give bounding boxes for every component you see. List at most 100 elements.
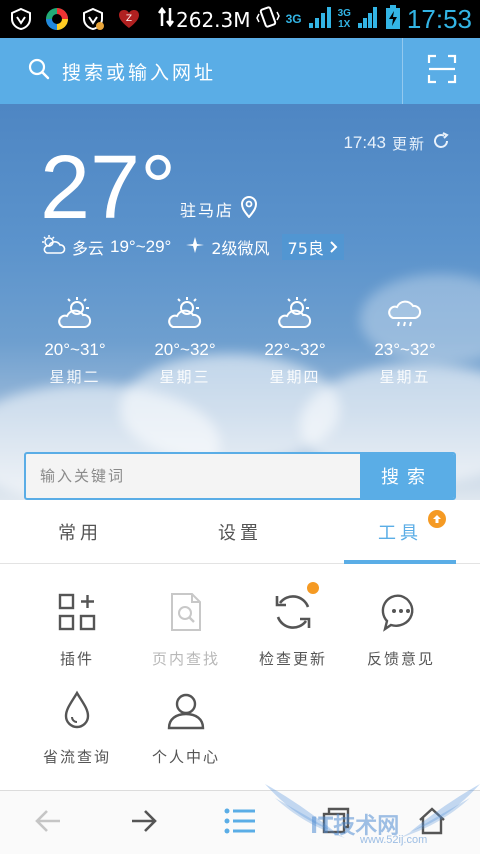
tool-personal-center[interactable]: 个人中心 (131, 686, 241, 767)
signal-icon-2 (357, 5, 379, 33)
tool-label: 插件 (59, 650, 94, 668)
aqi-value: 75良 (287, 239, 324, 258)
scan-button[interactable] (403, 38, 480, 104)
data-saving-icon (53, 686, 101, 734)
keyword-search-button[interactable]: 搜索 (360, 454, 454, 498)
status-bar: Z 262.3M 3G 3G 1X 17:53 (0, 0, 480, 38)
keyword-search-bar: 输入关键词 搜索 (24, 452, 456, 500)
forecast-day: 20°~32° 星期三 (130, 296, 240, 387)
tab-label: 工具 (378, 522, 422, 544)
data-transfer-icon (158, 6, 174, 34)
colorful-app-icon (44, 6, 70, 32)
forward-button[interactable] (96, 791, 192, 854)
address-search-box[interactable]: 搜索或输入网址 (28, 38, 216, 104)
signal-icon (308, 5, 332, 33)
address-search-placeholder: 搜索或输入网址 (62, 61, 217, 84)
tab-tools[interactable]: 工具 (320, 500, 480, 563)
search-header: 搜索或输入网址 (0, 38, 480, 104)
back-button[interactable] (0, 791, 96, 854)
active-tab-indicator (344, 560, 456, 564)
traffic-indicator: 262.3M (158, 6, 251, 34)
tab-settings[interactable]: 设置 (160, 500, 320, 563)
network-label-2: 3G (337, 7, 351, 19)
tool-label: 省流查询 (42, 748, 111, 766)
current-temperature: 27° (40, 138, 177, 238)
location-name: 驻马店 (180, 201, 235, 220)
forecast-day-name: 星期四 (269, 368, 321, 386)
partly-cloudy-icon (275, 296, 315, 334)
system-status: 3G 3G 1X 17:53 (255, 4, 472, 34)
wind-text: 2级微风 (211, 239, 270, 258)
tool-data-saving[interactable]: 省流查询 (22, 686, 132, 767)
vibrate-icon (255, 4, 280, 34)
network-type-2: 3G 1X (337, 7, 351, 30)
traffic-value: 262.3M (176, 8, 251, 32)
find-in-page-icon (162, 588, 210, 636)
tool-label: 反馈意见 (366, 650, 435, 668)
update-time: 17:43 (343, 133, 386, 152)
scan-icon (427, 54, 457, 88)
update-info[interactable]: 17:43 更新 (343, 132, 450, 154)
user-icon (162, 686, 210, 734)
condition-text: 多云 (72, 239, 105, 258)
watermark-subtext: www.52ij.com (360, 834, 428, 846)
keyword-input[interactable]: 输入关键词 (40, 454, 125, 498)
menu-tabs: 常用 设置 工具 (0, 500, 480, 564)
refresh-icon[interactable] (432, 132, 450, 154)
network-type: 3G (285, 12, 302, 26)
forward-icon (130, 807, 158, 839)
network-label-3: 1X (338, 18, 351, 30)
temp-range: 19°~29° (110, 237, 172, 256)
update-label: 更新 (391, 134, 426, 153)
menu-icon (224, 807, 256, 839)
tool-label: 检查更新 (258, 650, 327, 668)
forecast-day-name: 星期二 (49, 368, 101, 386)
wind-icon (185, 235, 205, 259)
tab-label: 设置 (218, 522, 262, 544)
forecast-day: 22°~32° 星期四 (240, 296, 350, 387)
shield-notify-icon (80, 6, 106, 32)
tool-label: 页内查找 (151, 650, 220, 668)
current-conditions: 多云 19°~29° 2级微风 75良 (40, 234, 344, 260)
clock: 17:53 (406, 4, 472, 34)
new-dot-icon (307, 582, 319, 594)
tool-check-update[interactable]: 检查更新 (238, 582, 348, 669)
forecast-range: 20°~31° (44, 340, 106, 359)
tool-label: 个人中心 (151, 748, 220, 766)
forecast-range: 20°~32° (154, 340, 216, 359)
chevron-right-icon (328, 238, 338, 257)
tool-find-in-page[interactable]: 页内查找 (131, 588, 241, 669)
feedback-icon (377, 588, 425, 636)
partly-cloudy-icon (165, 296, 205, 334)
aqi-badge[interactable]: 75良 (281, 234, 344, 260)
weather-widget[interactable]: 17:43 更新 27° 驻马店 多云 19°~29° 2级微风 75良 20°… (0, 104, 480, 500)
location-pin-icon (240, 196, 258, 222)
plugin-icon (53, 588, 101, 636)
forecast-day-name: 星期五 (379, 368, 431, 386)
update-badge-icon (428, 510, 446, 528)
back-icon (34, 807, 62, 839)
battery-charging-icon (385, 4, 401, 34)
menu-panel: 常用 设置 工具 插件 页内查找 检查更新 反馈意见 省流查询 个人中心 (0, 500, 480, 790)
rain-icon (385, 296, 425, 334)
partly-cloudy-icon (55, 296, 95, 334)
tool-plugin[interactable]: 插件 (22, 588, 132, 669)
notification-icons: Z (8, 6, 142, 32)
search-icon (28, 58, 50, 84)
network-label: 3G (285, 12, 302, 26)
forecast-range: 23°~32° (374, 340, 436, 359)
forecast-day-name: 星期三 (159, 368, 211, 386)
location[interactable]: 驻马店 (180, 196, 258, 222)
svg-text:Z: Z (126, 14, 132, 24)
z-app-icon: Z (116, 6, 142, 32)
tool-feedback[interactable]: 反馈意见 (346, 588, 456, 669)
forecast-row: 20°~31° 星期二 20°~32° 星期三 22°~32° 星期四 23°~… (20, 296, 460, 387)
vpn-shield-icon (8, 6, 34, 32)
partly-cloudy-icon (40, 235, 66, 259)
tab-label: 常用 (58, 522, 102, 544)
menu-button[interactable] (192, 791, 288, 854)
refresh-update-icon (269, 582, 319, 636)
tab-common[interactable]: 常用 (0, 500, 160, 563)
forecast-day: 20°~31° 星期二 (20, 296, 130, 387)
forecast-range: 22°~32° (264, 340, 326, 359)
